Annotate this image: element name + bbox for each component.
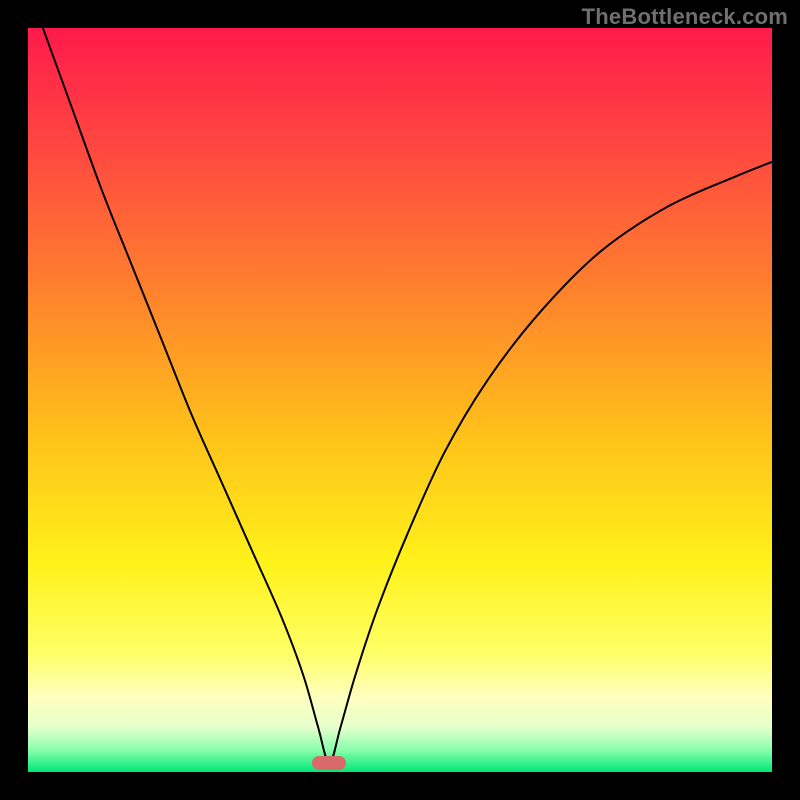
chart-frame: TheBottleneck.com <box>0 0 800 800</box>
attribution-text: TheBottleneck.com <box>582 4 788 30</box>
optimum-marker <box>312 756 346 770</box>
bottleneck-curve <box>28 28 772 772</box>
plot-area <box>28 28 772 772</box>
